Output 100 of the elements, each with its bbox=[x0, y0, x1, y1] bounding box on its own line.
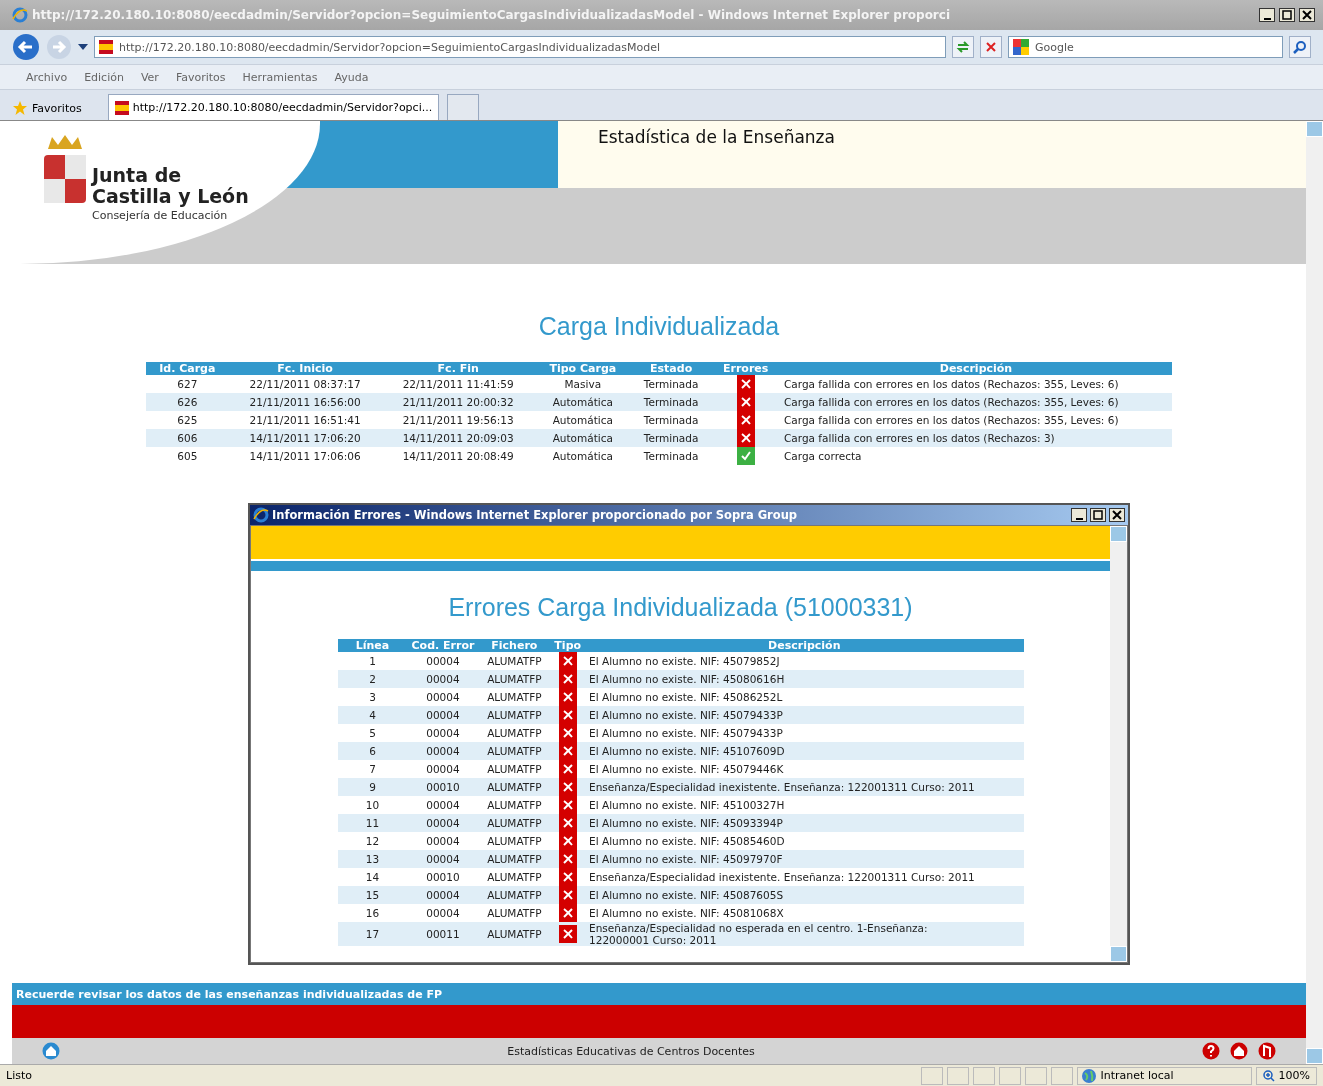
site-icon bbox=[114, 100, 129, 115]
menu-item[interactable]: Archivo bbox=[26, 70, 68, 84]
table-cell: El Alumno no existe. NIF: 45079433P bbox=[585, 706, 1024, 724]
table-cell: ALUMATFP bbox=[478, 688, 551, 706]
table-cell: ALUMATFP bbox=[478, 814, 551, 832]
maximize-button[interactable] bbox=[1090, 508, 1106, 522]
table-cell: 00010 bbox=[407, 868, 479, 886]
status-bar-panel bbox=[972, 1066, 995, 1085]
home-icon[interactable] bbox=[42, 1042, 60, 1060]
table-cell: El Alumno no existe. NIF: 45097970F bbox=[585, 850, 1024, 868]
address-field[interactable]: http://172.20.180.10:8080/eecdadmin/Servidor?opcion=SeguimientoCargasIndividualizadasModel bbox=[94, 36, 946, 58]
minimize-button[interactable] bbox=[1259, 8, 1275, 22]
table-cell: 22/11/2011 11:41:59 bbox=[381, 375, 535, 393]
column-header: Estado bbox=[630, 362, 712, 375]
zoom-control[interactable]: 100% bbox=[1255, 1066, 1317, 1085]
table-cell: 21/11/2011 16:56:00 bbox=[228, 393, 382, 411]
table-cell: 625 bbox=[146, 411, 229, 429]
status-bar-panel bbox=[946, 1066, 969, 1085]
table-cell: ALUMATFP bbox=[478, 886, 551, 904]
table-cell: Terminada bbox=[630, 375, 712, 393]
org-name: Junta de bbox=[92, 165, 183, 186]
help-icon[interactable] bbox=[1202, 1042, 1220, 1060]
minimize-button[interactable] bbox=[1071, 508, 1087, 522]
scrollbar[interactable] bbox=[1110, 526, 1127, 962]
table-cell: El Alumno no existe. NIF: 45085460D bbox=[585, 832, 1024, 850]
column-header: Cod. Error bbox=[407, 639, 479, 652]
status-bar-panel bbox=[920, 1066, 943, 1085]
table-cell: 10 bbox=[337, 796, 408, 814]
table-cell: ALUMATFP bbox=[478, 652, 551, 670]
table-cell: El Alumno no existe. NIF: 45087605S bbox=[585, 886, 1024, 904]
stop-button[interactable] bbox=[980, 36, 1002, 58]
browser-icon bbox=[253, 507, 269, 523]
star-icon bbox=[12, 100, 28, 116]
close-button[interactable] bbox=[1109, 508, 1125, 522]
app-title: Estadística de la Enseñanza bbox=[598, 127, 835, 147]
org-name: Castilla y León bbox=[92, 186, 249, 207]
table-cell: 00004 bbox=[407, 850, 479, 868]
table-cell: 606 bbox=[146, 429, 229, 447]
table-cell: El Alumno no existe. NIF: 45100327H bbox=[585, 796, 1024, 814]
table-cell: 00011 bbox=[407, 922, 479, 946]
table-cell: 00004 bbox=[407, 724, 479, 742]
table-cell: ALUMATFP bbox=[478, 742, 551, 760]
globe-icon bbox=[1080, 1067, 1097, 1084]
search-button[interactable] bbox=[1289, 36, 1311, 58]
menu-item[interactable]: Ayuda bbox=[334, 70, 369, 84]
table-cell: Enseñanza/Especialidad no esperada en el centro. 1-Enseñanza: 122000001 Curso: 2011 bbox=[585, 922, 1024, 946]
table-cell: ALUMATFP bbox=[478, 850, 551, 868]
refresh-button[interactable] bbox=[952, 36, 974, 58]
table-cell: Automática bbox=[534, 393, 631, 411]
column-header: Descripción bbox=[585, 639, 1024, 652]
table-cell: 12 bbox=[337, 832, 408, 850]
table-cell: El Alumno no existe. NIF: 45081068X bbox=[585, 904, 1024, 922]
table-cell: 00004 bbox=[407, 742, 479, 760]
scrollbar[interactable] bbox=[1306, 121, 1323, 1064]
footer-text: Estadísticas Educativas de Centros Docentes bbox=[506, 1044, 756, 1058]
table-cell: 00004 bbox=[407, 652, 479, 670]
exit-icon[interactable] bbox=[1258, 1042, 1276, 1060]
table-cell: 2 bbox=[337, 670, 408, 688]
menu-item[interactable]: Herramientas bbox=[242, 70, 318, 84]
close-button[interactable] bbox=[1299, 8, 1315, 22]
column-header: Id. Carga bbox=[146, 362, 229, 375]
table-cell: El Alumno no existe. NIF: 45079433P bbox=[585, 724, 1024, 742]
table-cell: ALUMATFP bbox=[478, 778, 551, 796]
table-cell: Automática bbox=[534, 411, 631, 429]
home-icon[interactable] bbox=[1230, 1042, 1248, 1060]
table-cell: 7 bbox=[337, 760, 408, 778]
search-field[interactable]: Google bbox=[1008, 36, 1283, 58]
table-cell: 00004 bbox=[407, 760, 479, 778]
table-cell: 14/11/2011 20:08:49 bbox=[381, 447, 535, 465]
zoom-icon bbox=[1262, 1069, 1275, 1082]
table-cell: ALUMATFP bbox=[478, 832, 551, 850]
page-title: Carga Individualizada bbox=[538, 312, 780, 341]
table-cell: 00010 bbox=[407, 778, 479, 796]
column-header: Fc. Fin bbox=[381, 362, 535, 375]
menu-item[interactable]: Favoritos bbox=[175, 70, 226, 84]
table-cell: ALUMATFP bbox=[478, 760, 551, 778]
table-cell: Carga fallida con errores en los datos (Rechazos: 355, Leves: 6) bbox=[780, 375, 1172, 393]
menu-item[interactable]: Ver bbox=[140, 70, 159, 84]
table-cell: 00004 bbox=[407, 814, 479, 832]
table-cell: 00004 bbox=[407, 706, 479, 724]
minimize-icon bbox=[1263, 17, 1271, 20]
column-header: Fc. Inicio bbox=[228, 362, 382, 375]
table-cell: Carga fallida con errores en los datos (Rechazos: 355, Leves: 6) bbox=[780, 411, 1172, 429]
address-text: http://172.20.180.10:8080/eecdadmin/Servidor?opcion=SeguimientoCargasIndividualizadasModel bbox=[119, 40, 661, 54]
table-cell: Terminada bbox=[630, 393, 712, 411]
search-provider-icon bbox=[1013, 39, 1029, 55]
table-cell: El Alumno no existe. NIF: 45086252L bbox=[585, 688, 1024, 706]
security-zone: Intranet local bbox=[1076, 1066, 1252, 1085]
menu-item[interactable]: Edición bbox=[84, 70, 124, 84]
table-cell: 15 bbox=[337, 886, 408, 904]
maximize-button[interactable] bbox=[1279, 8, 1295, 22]
table-cell: 11 bbox=[337, 814, 408, 832]
table-cell: ALUMATFP bbox=[478, 904, 551, 922]
dropdown-arrow-icon[interactable] bbox=[78, 44, 88, 50]
browser-tab[interactable]: http://172.20.180.10:8080/eecdadmin/Servidor?opci... bbox=[107, 94, 440, 120]
table-cell: 627 bbox=[146, 375, 229, 393]
favorites-button[interactable]: Favoritos bbox=[12, 96, 82, 120]
table-cell: ALUMATFP bbox=[478, 724, 551, 742]
back-button[interactable] bbox=[12, 33, 40, 61]
table-cell: 16 bbox=[337, 904, 408, 922]
